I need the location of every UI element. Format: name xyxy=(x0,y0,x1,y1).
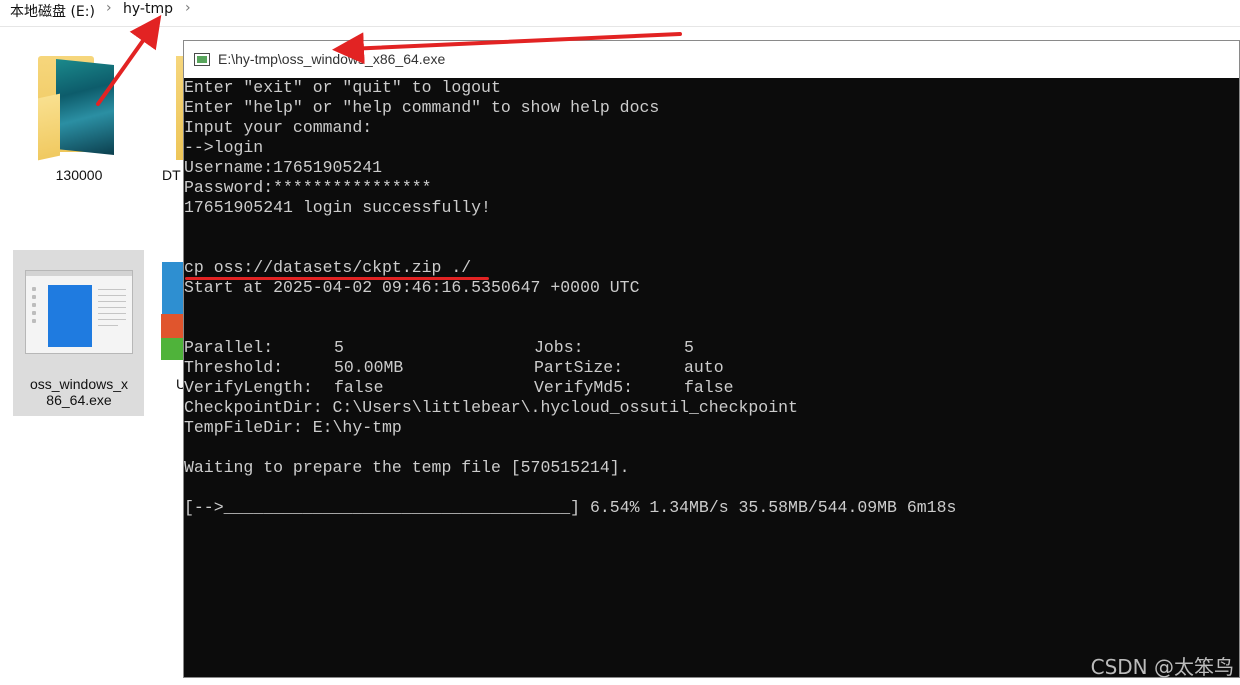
annotation-arrows xyxy=(96,14,682,106)
annotation-arrow xyxy=(332,32,682,65)
watermark: CSDN @太笨鸟 xyxy=(1090,655,1234,679)
annotation-arrow xyxy=(96,14,162,106)
